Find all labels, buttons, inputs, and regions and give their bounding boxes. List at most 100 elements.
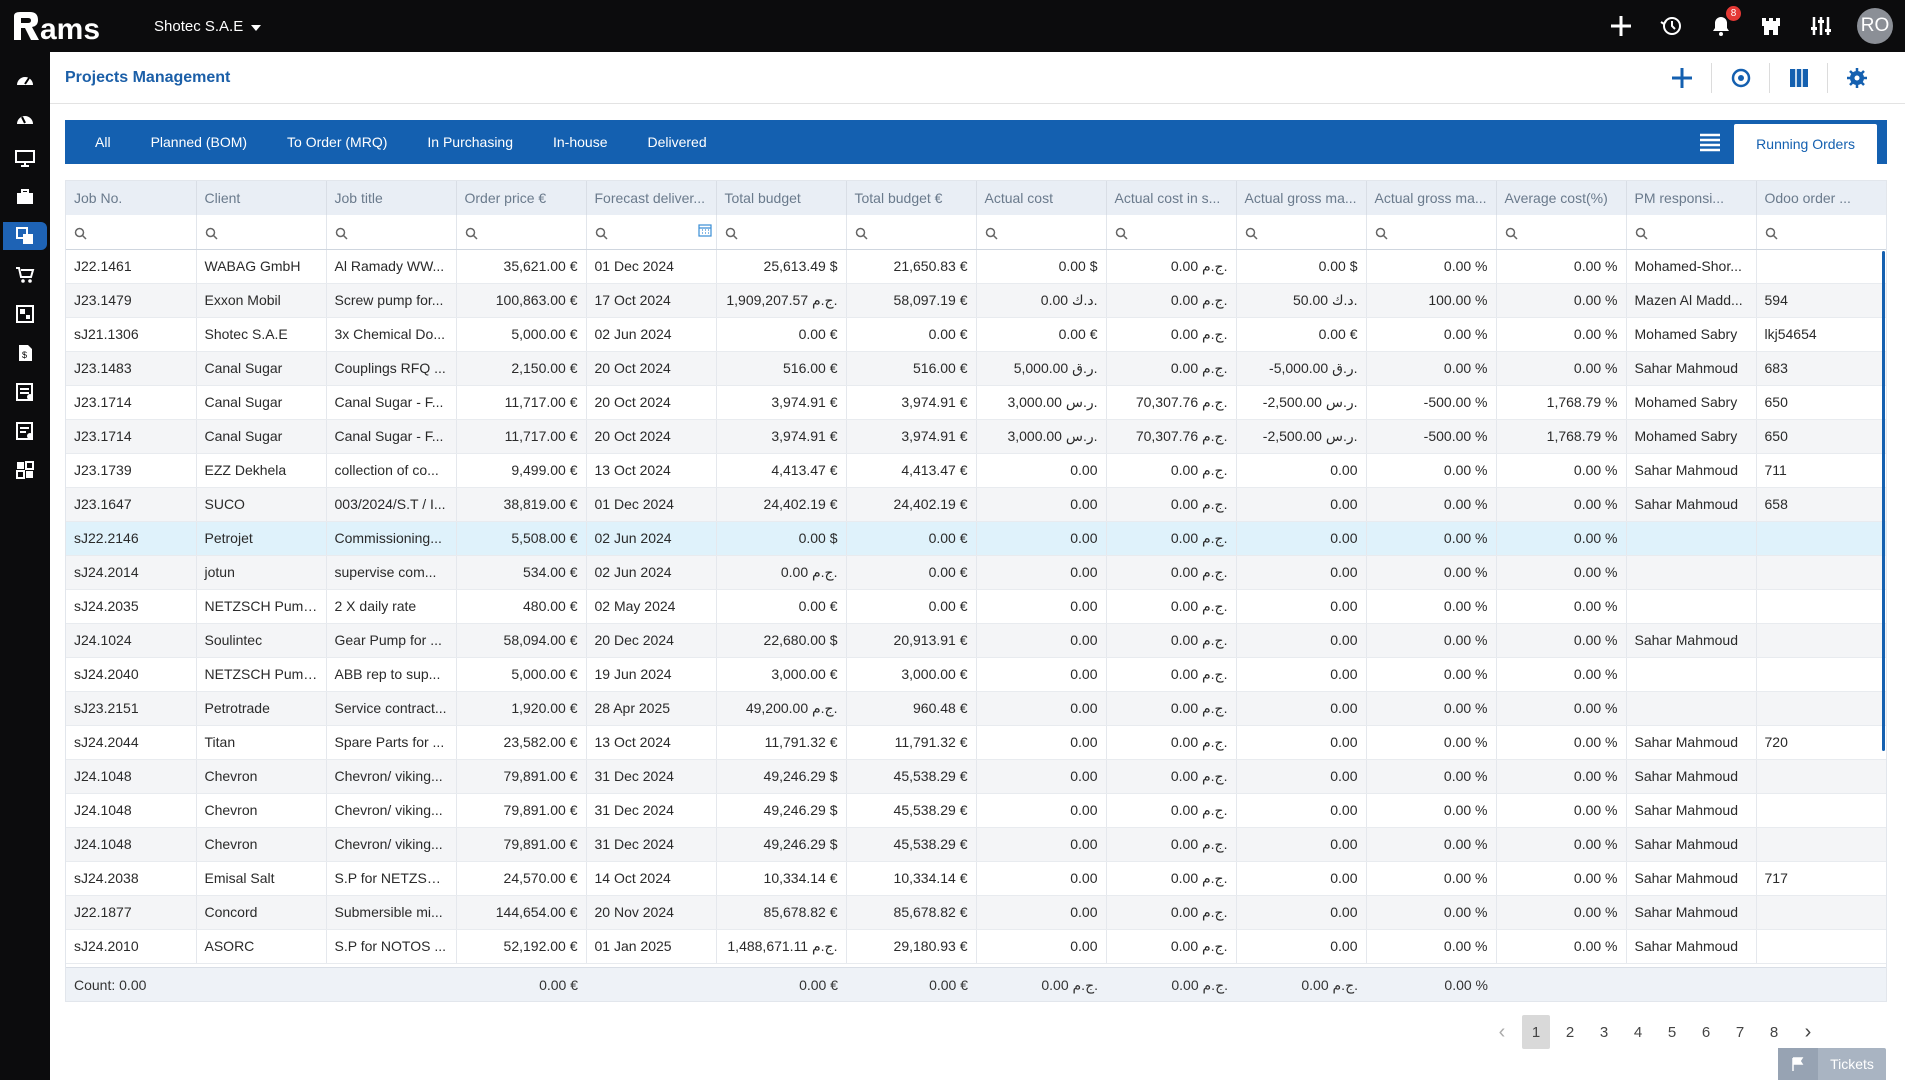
company-selector[interactable]: Shotec S.A.E xyxy=(154,18,262,35)
table-cell: 4,413.47 € xyxy=(716,453,847,488)
sidebar-item-cart[interactable] xyxy=(7,261,43,289)
search-icon xyxy=(1245,224,1258,240)
avatar[interactable]: RO xyxy=(1857,8,1893,44)
sidebar-item-dashboard[interactable] xyxy=(7,66,43,94)
bell-icon[interactable]: 8 xyxy=(1707,6,1741,40)
table-row[interactable]: J23.1739 EZZ Dekhela collection of co... 9,… xyxy=(66,453,1886,488)
page-7-button[interactable]: 7 xyxy=(1726,1015,1754,1049)
column-filter[interactable] xyxy=(716,215,847,250)
column-filter[interactable] xyxy=(976,215,1107,250)
table-row[interactable]: sJ24.2035 NETZSCH Pump... 2 X daily rate 48… xyxy=(66,589,1886,624)
tab-to-order-mrq[interactable]: To Order (MRQ) xyxy=(267,120,407,164)
column-filter[interactable] xyxy=(1366,215,1497,250)
calendar-icon[interactable] xyxy=(697,223,712,240)
column-header[interactable]: Total budget € xyxy=(846,181,977,215)
table-row[interactable]: sJ24.2044 Titan Spare Parts for ... 23,582.… xyxy=(66,725,1886,760)
table-cell: 0.00 % xyxy=(1496,283,1627,318)
table-row[interactable]: J22.1461 WABAG GmbH Al Ramady WW... 35,621.… xyxy=(66,249,1886,284)
column-header[interactable]: Actual cost in s... xyxy=(1106,181,1237,215)
sidebar-item-inventory[interactable] xyxy=(7,300,43,328)
table-row[interactable]: J23.1714 Canal Sugar Canal Sugar - F... 11,… xyxy=(66,385,1886,420)
sliders-icon[interactable] xyxy=(1807,12,1835,40)
sidebar-item-reports[interactable] xyxy=(7,417,43,445)
column-filter[interactable] xyxy=(1236,215,1367,250)
table-cell: 0.00 ج.م. xyxy=(1106,283,1237,318)
refresh-button[interactable] xyxy=(1711,62,1769,93)
sidebar-item-projects[interactable] xyxy=(3,222,47,250)
table-cell: 0.00 € xyxy=(846,317,977,352)
tab-in-house[interactable]: In-house xyxy=(533,120,627,164)
tab-all[interactable]: All xyxy=(65,120,131,164)
page-4-button[interactable]: 4 xyxy=(1624,1015,1652,1049)
column-filter[interactable] xyxy=(196,215,327,250)
next-page-icon[interactable]: › xyxy=(1794,1015,1822,1049)
table-row[interactable]: J22.1877 Concord Submersible mi... 144,654.… xyxy=(66,895,1886,930)
table-row[interactable]: J23.1647 SUCO 003/2024/S.T / I... 38,819.00… xyxy=(66,487,1886,522)
sidebar-item-layout[interactable] xyxy=(7,456,43,484)
table-row[interactable]: sJ24.2014 jotun supervise com... 534.00 €02… xyxy=(66,555,1886,590)
table-row[interactable]: sJ24.2010 ASORC S.P for NOTOS ... 52,192.00… xyxy=(66,929,1886,964)
column-header[interactable]: PM responsi... xyxy=(1626,181,1757,215)
table-row[interactable]: J23.1483 Canal Sugar Couplings RFQ ... 2,15… xyxy=(66,351,1886,386)
sidebar-item-speed[interactable] xyxy=(7,105,43,133)
table-row[interactable]: J24.1048 Chevron Chevron/ viking... 79,891.… xyxy=(66,759,1886,794)
history-icon[interactable] xyxy=(1657,12,1685,40)
tab-delivered[interactable]: Delivered xyxy=(627,120,726,164)
sidebar-item-checklist[interactable] xyxy=(7,378,43,406)
app-logo[interactable]: ams xyxy=(0,0,140,52)
svg-text:$: $ xyxy=(22,350,27,360)
column-header[interactable]: Actual gross ma... xyxy=(1236,181,1367,215)
column-header[interactable]: Client xyxy=(196,181,327,215)
add-icon[interactable] xyxy=(1607,12,1635,40)
sidebar-item-briefcase[interactable] xyxy=(7,183,43,211)
column-filter[interactable] xyxy=(1106,215,1237,250)
prev-page-icon[interactable]: ‹ xyxy=(1488,1015,1516,1049)
page-8-button[interactable]: 8 xyxy=(1760,1015,1788,1049)
tab-planned-bom[interactable]: Planned (BOM) xyxy=(131,120,267,164)
tickets-button[interactable]: Tickets xyxy=(1778,1048,1886,1080)
list-view-icon[interactable] xyxy=(1690,120,1730,164)
column-filter[interactable] xyxy=(1626,215,1757,250)
columns-button[interactable] xyxy=(1769,62,1827,93)
page-5-button[interactable]: 5 xyxy=(1658,1015,1686,1049)
column-filter[interactable] xyxy=(456,215,587,250)
page-1-button[interactable]: 1 xyxy=(1522,1015,1550,1049)
column-header[interactable]: Odoo order ... xyxy=(1756,181,1886,215)
table-row[interactable]: J24.1048 Chevron Chevron/ viking... 79,891.… xyxy=(66,793,1886,828)
page-3-button[interactable]: 3 xyxy=(1590,1015,1618,1049)
page-6-button[interactable]: 6 xyxy=(1692,1015,1720,1049)
column-header[interactable]: Forecast deliver... xyxy=(586,181,717,215)
column-header[interactable]: Actual cost xyxy=(976,181,1107,215)
table-row[interactable]: sJ23.2151 Petrotrade Service contract... 1,… xyxy=(66,691,1886,726)
column-header[interactable]: Average cost(%) xyxy=(1496,181,1627,215)
column-header[interactable]: Job No. xyxy=(66,181,197,215)
page-2-button[interactable]: 2 xyxy=(1556,1015,1584,1049)
table-row[interactable]: J23.1714 Canal Sugar Canal Sugar - F... 11,… xyxy=(66,419,1886,454)
table-row[interactable]: sJ22.2146 Petrojet Commissioning... 5,508.0… xyxy=(66,521,1886,556)
table-row[interactable]: sJ24.2038 Emisal Salt S.P for NETZSC... 24,… xyxy=(66,861,1886,896)
tab-in-purchasing[interactable]: In Purchasing xyxy=(407,120,533,164)
tab-running-orders[interactable]: Running Orders xyxy=(1734,124,1877,164)
sidebar-item-monitor[interactable] xyxy=(7,144,43,172)
column-header[interactable]: Actual gross ma... xyxy=(1366,181,1497,215)
table-row[interactable]: J24.1048 Chevron Chevron/ viking... 79,891.… xyxy=(66,827,1886,862)
column-filter[interactable] xyxy=(586,215,717,250)
add-button[interactable] xyxy=(1653,63,1711,93)
table-row[interactable]: sJ24.2040 NETZSCH Pump... ABB rep to sup..… xyxy=(66,657,1886,692)
column-filter[interactable] xyxy=(66,215,197,250)
column-filter[interactable] xyxy=(1756,215,1886,250)
column-filter[interactable] xyxy=(846,215,977,250)
table-row[interactable]: sJ21.1306 Shotec S.A.E 3x Chemical Do... 5,… xyxy=(66,317,1886,352)
column-header[interactable]: Order price € xyxy=(456,181,587,215)
column-filter[interactable] xyxy=(326,215,457,250)
table-cell: 0.00 ج.م. xyxy=(1106,691,1237,726)
table-row[interactable]: J24.1024 Soulintec Gear Pump for ... 58,094… xyxy=(66,623,1886,658)
store-icon[interactable] xyxy=(1757,12,1785,40)
settings-button[interactable] xyxy=(1827,62,1885,93)
column-filter[interactable] xyxy=(1496,215,1627,250)
column-header[interactable]: Job title xyxy=(326,181,457,215)
table-row[interactable]: J23.1479 Exxon Mobil Screw pump for... 100,… xyxy=(66,283,1886,318)
vertical-scrollbar[interactable] xyxy=(1882,251,1885,751)
column-header[interactable]: Total budget xyxy=(716,181,847,215)
sidebar-item-invoice[interactable]: $ xyxy=(7,339,43,367)
